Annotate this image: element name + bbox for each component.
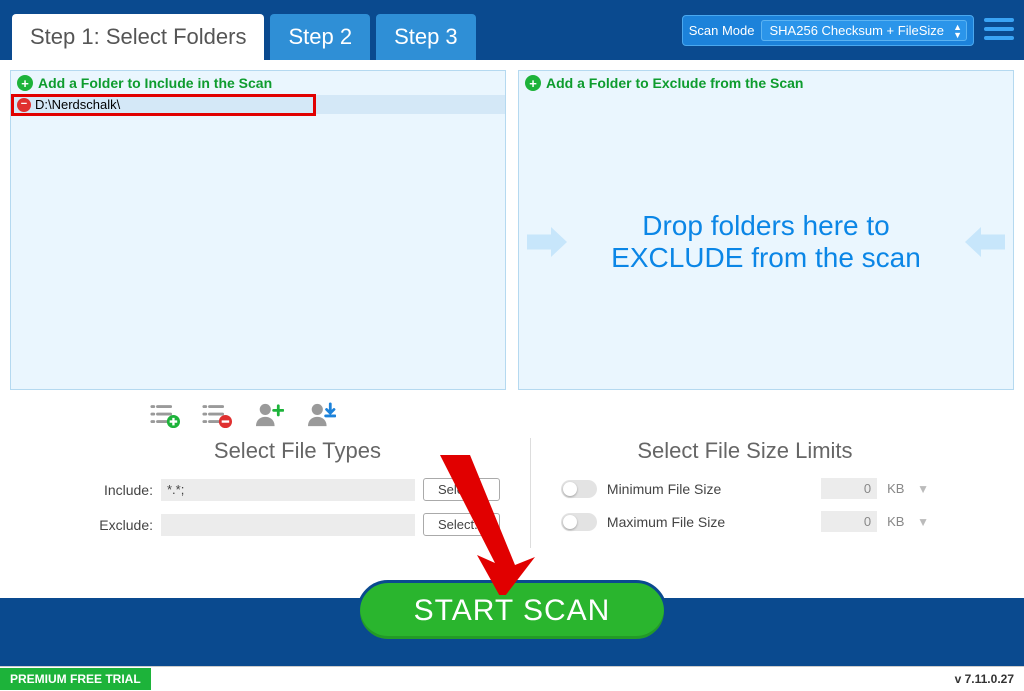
plus-icon: + xyxy=(525,75,541,91)
min-size-toggle[interactable] xyxy=(561,480,597,498)
remove-list-icon[interactable] xyxy=(202,402,232,428)
folder-panels: + Add a Folder to Include in the Scan − … xyxy=(10,70,1014,390)
start-scan-button[interactable]: START SCAN xyxy=(357,580,667,642)
file-types-section: Select File Types Include: Select... Exc… xyxy=(95,438,500,548)
trial-badge[interactable]: PREMIUM FREE TRIAL xyxy=(0,668,151,690)
include-header-text: Add a Folder to Include in the Scan xyxy=(38,75,272,91)
file-sizes-title: Select File Size Limits xyxy=(561,438,929,464)
drop-text: Drop folders here to EXCLUDE from the sc… xyxy=(606,210,926,274)
add-user-icon[interactable] xyxy=(254,402,284,428)
include-folder-list: − D:\Nerdschalk\ xyxy=(11,95,505,114)
max-size-input[interactable] xyxy=(821,511,877,532)
exclude-select-button[interactable]: Select... xyxy=(423,513,500,536)
exclude-panel: + Add a Folder to Exclude from the Scan … xyxy=(518,70,1014,390)
start-scan-area: START SCAN xyxy=(0,598,1024,666)
scan-mode-label: Scan Mode xyxy=(689,23,755,38)
add-exclude-folder-button[interactable]: + Add a Folder to Exclude from the Scan xyxy=(519,71,1013,95)
tab-step1[interactable]: Step 1: Select Folders xyxy=(12,14,264,60)
min-size-label: Minimum File Size xyxy=(607,481,811,497)
exclude-drop-zone[interactable]: Drop folders here to EXCLUDE from the sc… xyxy=(519,95,1013,389)
include-panel: + Add a Folder to Include in the Scan − … xyxy=(10,70,506,390)
exclude-types-input[interactable] xyxy=(161,514,415,536)
top-bar: Step 1: Select Folders Step 2 Step 3 Sca… xyxy=(0,0,1024,60)
scan-mode-value: SHA256 Checksum + FileSize xyxy=(770,23,945,38)
include-types-input[interactable] xyxy=(161,479,415,501)
exclude-label: Exclude: xyxy=(95,517,153,533)
filters-row: Select File Types Include: Select... Exc… xyxy=(10,438,1014,558)
import-user-icon[interactable] xyxy=(306,402,336,428)
file-sizes-section: Select File Size Limits Minimum File Siz… xyxy=(530,438,929,548)
arrow-right-icon xyxy=(527,227,567,257)
chevron-down-icon[interactable]: ▼ xyxy=(917,482,929,496)
include-label: Include: xyxy=(95,482,153,498)
arrow-left-icon xyxy=(965,227,1005,257)
add-include-folder-button[interactable]: + Add a Folder to Include in the Scan xyxy=(11,71,505,95)
add-list-icon[interactable] xyxy=(150,402,180,428)
footer: PREMIUM FREE TRIAL v 7.11.0.27 xyxy=(0,666,1024,691)
include-select-button[interactable]: Select... xyxy=(423,478,500,501)
folder-path: D:\Nerdschalk\ xyxy=(35,97,120,112)
remove-icon[interactable]: − xyxy=(17,98,31,112)
scan-mode-select[interactable]: SHA256 Checksum + FileSize ▲▼ xyxy=(761,20,968,41)
version-label: v 7.11.0.27 xyxy=(955,672,1024,686)
list-item[interactable]: − D:\Nerdschalk\ xyxy=(11,95,505,114)
menu-icon[interactable] xyxy=(984,14,1014,44)
file-types-title: Select File Types xyxy=(95,438,500,464)
scan-mode-control[interactable]: Scan Mode SHA256 Checksum + FileSize ▲▼ xyxy=(682,15,974,46)
list-toolbar xyxy=(150,402,1014,428)
tab-step2[interactable]: Step 2 xyxy=(270,14,370,60)
chevron-down-icon[interactable]: ▼ xyxy=(917,515,929,529)
step-tabs: Step 1: Select Folders Step 2 Step 3 xyxy=(12,14,476,60)
min-size-input[interactable] xyxy=(821,478,877,499)
max-size-label: Maximum File Size xyxy=(607,514,811,530)
updown-icon: ▲▼ xyxy=(953,23,962,39)
min-size-unit: KB xyxy=(887,481,907,496)
tab-step3[interactable]: Step 3 xyxy=(376,14,476,60)
plus-icon: + xyxy=(17,75,33,91)
main-content: + Add a Folder to Include in the Scan − … xyxy=(0,60,1024,598)
exclude-header-text: Add a Folder to Exclude from the Scan xyxy=(546,75,803,91)
max-size-toggle[interactable] xyxy=(561,513,597,531)
max-size-unit: KB xyxy=(887,514,907,529)
